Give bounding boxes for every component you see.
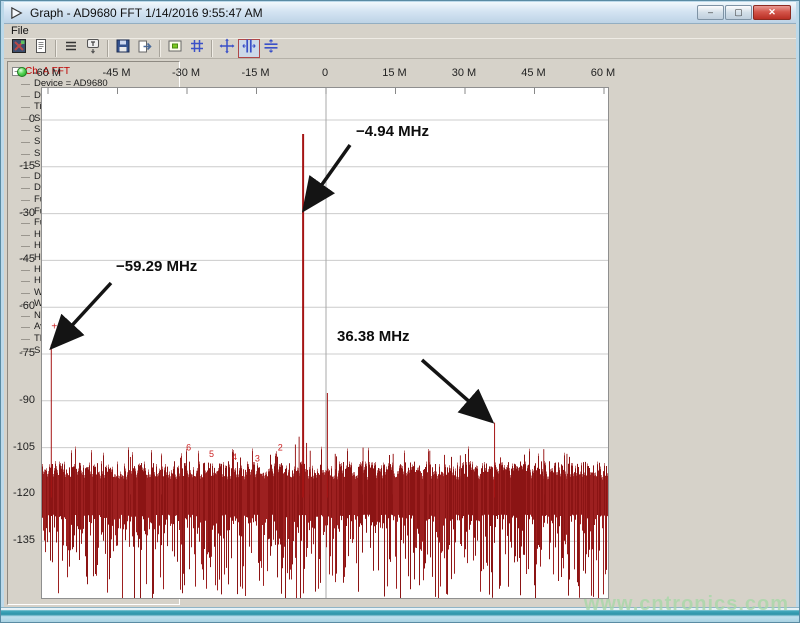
toolbar-separator — [211, 40, 213, 57]
grid-icon — [189, 38, 205, 59]
app-window: Graph - AD9680 FFT 1/14/2016 9:55:47 AM … — [0, 0, 800, 623]
zoom-y-icon — [263, 38, 279, 59]
legend-button[interactable] — [164, 39, 186, 58]
save-icon — [115, 38, 131, 59]
plot-properties-button[interactable] — [82, 39, 104, 58]
report-icon — [33, 38, 49, 59]
legend-icon — [167, 38, 183, 59]
app-icon — [10, 7, 24, 19]
toolbar-separator — [55, 40, 57, 57]
save-button[interactable] — [112, 39, 134, 58]
toolbar-separator — [159, 40, 161, 57]
pan-icon — [219, 38, 235, 59]
data-list-button[interactable] — [60, 39, 82, 58]
content-area: − Ch. A FFT Device = AD9680Date = 1/14/2… — [5, 59, 795, 607]
grid-button[interactable] — [186, 39, 208, 58]
export-button[interactable] — [134, 39, 156, 58]
zoom-x-button[interactable] — [238, 39, 260, 58]
zoom-y-button[interactable] — [260, 39, 282, 58]
titlebar[interactable]: Graph - AD9680 FFT 1/14/2016 9:55:47 AM … — [4, 2, 796, 24]
app-frame: Graph - AD9680 FFT 1/14/2016 9:55:47 AM … — [4, 2, 796, 607]
window-title: Graph - AD9680 FFT 1/14/2016 9:55:47 AM — [30, 6, 263, 20]
zoom-x-icon — [241, 38, 257, 59]
watermark: www.cntronics.com — [584, 593, 789, 616]
maximize-button[interactable]: ▢ — [725, 5, 752, 20]
pan-button[interactable] — [216, 39, 238, 58]
close-button[interactable]: ✕ — [753, 5, 791, 20]
menubar: File — [4, 24, 796, 38]
export-icon — [137, 38, 153, 59]
fft-graph-icon — [11, 38, 27, 59]
plot-properties-icon — [85, 38, 101, 59]
toolbar — [4, 38, 796, 59]
list-icon — [63, 38, 79, 59]
toolbar-separator — [107, 40, 109, 57]
menu-file[interactable]: File — [4, 24, 36, 38]
fft-graph-button[interactable] — [8, 39, 30, 58]
minimize-button[interactable]: – — [697, 5, 724, 20]
report-button[interactable] — [30, 39, 52, 58]
